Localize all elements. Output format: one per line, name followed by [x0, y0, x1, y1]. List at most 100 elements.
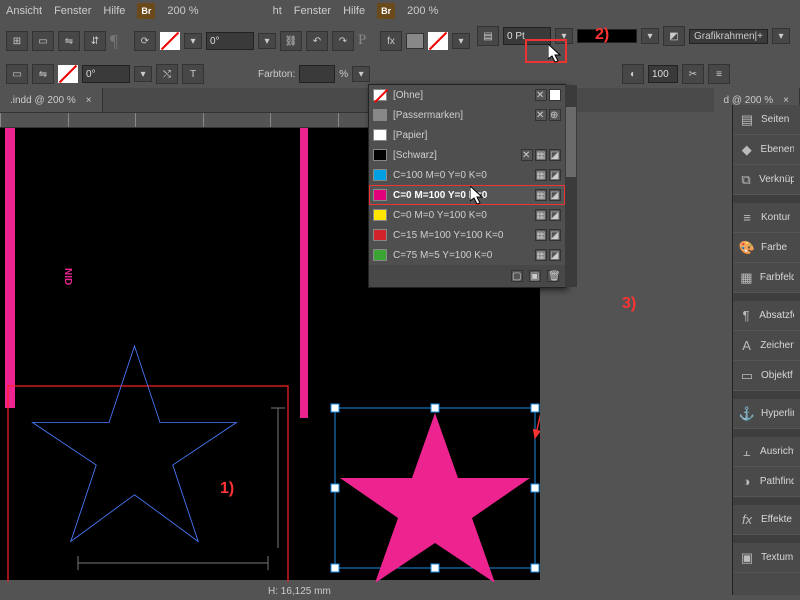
menu-ht[interactable]: ht — [273, 5, 282, 17]
panel-dock: ▤Seiten ◆Ebenen ⧉Verknüpf ≡Kontur 🎨Farbe… — [732, 105, 800, 595]
swatch-name: C=0 M=0 Y=100 K=0 — [393, 210, 529, 221]
zoom-level-2[interactable]: 200 % — [407, 5, 438, 17]
doc-tab-1[interactable]: .indd @ 200 %× — [0, 88, 103, 112]
cancel-icon[interactable]: ✕ — [535, 89, 547, 101]
panel-zeichen[interactable]: AZeichen — [733, 331, 800, 361]
panel-verknuepf[interactable]: ⧉Verknüpf — [733, 165, 800, 195]
swatch-type-icon — [549, 89, 561, 101]
panel-kontur[interactable]: ≡Kontur — [733, 203, 800, 233]
zoom-level[interactable]: 200 % — [167, 5, 198, 17]
swatch-row[interactable]: [Ohne] ✕ — [369, 85, 565, 105]
swatch-scrollbar[interactable] — [565, 85, 577, 287]
tool-icon-2[interactable]: ▭ — [6, 64, 28, 84]
hyperlink-icon: ⚓ — [739, 406, 755, 422]
menu-icon[interactable]: ≡ — [708, 64, 730, 84]
fill-none-icon-3[interactable] — [58, 65, 78, 83]
swatch-icon: ✕ — [535, 109, 547, 121]
swap-icon[interactable]: ⤭ — [156, 64, 178, 84]
swatch-name: [Passermarken] — [393, 110, 529, 121]
swatches-dropdown[interactable]: [Ohne] ✕ [Passermarken] ✕⊕ [Papier] [Sch… — [368, 84, 566, 288]
angle-input[interactable]: 0° — [206, 32, 254, 50]
swatch-name: C=0 M=100 Y=0 K=0 — [393, 190, 529, 201]
rotate-icon[interactable]: ⟳ — [134, 31, 156, 51]
swatch-chip — [373, 149, 387, 161]
fill-swatch-icon[interactable] — [406, 33, 424, 49]
stroke-none-icon-2[interactable] — [428, 32, 448, 50]
style-dd-icon[interactable]: ▾ — [641, 28, 659, 44]
clip-icon[interactable]: ✂ — [682, 64, 704, 84]
content-type[interactable]: Grafikrahmen|+ — [689, 29, 768, 44]
panel-effekte[interactable]: fxEffekte — [733, 505, 800, 535]
process-icon: ◪ — [549, 189, 561, 201]
fill-none-icon[interactable] — [160, 32, 180, 50]
cmyk-icon: ▦ — [535, 149, 547, 161]
delete-swatch-icon[interactable]: 🗑 — [547, 270, 559, 282]
swatch-row-selected[interactable]: C=0 M=100 Y=0 K=0 ▦◪ — [369, 185, 565, 205]
menu-hilfe-2[interactable]: Hilfe — [343, 5, 365, 17]
farbton-input[interactable] — [299, 65, 335, 83]
t-icon[interactable]: T — [182, 64, 204, 84]
swatch-row[interactable]: C=75 M=5 Y=100 K=0 ▦◪ — [369, 245, 565, 265]
cmyk-icon: ▦ — [535, 249, 547, 261]
cmyk-icon: ▦ — [535, 229, 547, 241]
new-folder-icon[interactable]: ▢ — [511, 270, 523, 282]
effects-icon[interactable]: fx — [380, 31, 402, 51]
wrap-icon[interactable]: ▤ — [477, 26, 499, 46]
rotate-r-icon[interactable]: ↷ — [332, 31, 354, 51]
opacity-input[interactable]: 100 — [648, 65, 678, 83]
swatch-name: [Ohne] — [393, 90, 529, 101]
panel-absatz[interactable]: ¶Absatzfo — [733, 301, 800, 331]
menu-fenster[interactable]: Fenster — [54, 5, 91, 17]
swatch-row[interactable]: [Schwarz] ✕▦◪ — [369, 145, 565, 165]
panel-farbfeld[interactable]: ▦Farbfeld — [733, 263, 800, 293]
flip-h-icon[interactable]: ⇋ — [58, 31, 80, 51]
swatch-row[interactable]: C=15 M=100 Y=100 K=0 ▦◪ — [369, 225, 565, 245]
menu-hilfe[interactable]: Hilfe — [103, 5, 125, 17]
flip-icon-2[interactable]: ⇋ — [32, 64, 54, 84]
panel-seiten[interactable]: ▤Seiten — [733, 105, 800, 135]
corner-icon[interactable]: ◩ — [663, 26, 685, 46]
panel-ebenen[interactable]: ◆Ebenen — [733, 135, 800, 165]
swatch-chip — [373, 189, 387, 201]
panel-objekt[interactable]: ▭Objektf — [733, 361, 800, 391]
pages-icon: ▤ — [739, 112, 755, 128]
grafik-dd-icon[interactable]: ▾ — [772, 28, 790, 44]
paragraph-icon[interactable]: ¶ — [110, 31, 130, 51]
menu-fenster-2[interactable]: Fenster — [294, 5, 331, 17]
swatch-row[interactable]: C=100 M=0 Y=0 K=0 ▦◪ — [369, 165, 565, 185]
stroke-icon: ≡ — [739, 210, 755, 226]
swatch-row[interactable]: [Papier] — [369, 125, 565, 145]
menu-ansicht[interactable]: Ansicht — [6, 5, 42, 17]
process-icon: ◪ — [549, 229, 561, 241]
swatch-row[interactable]: C=0 M=0 Y=100 K=0 ▦◪ — [369, 205, 565, 225]
dropdown-icon[interactable]: ▾ — [184, 33, 202, 49]
angle-dd-icon[interactable]: ▾ — [258, 33, 276, 49]
dd-icon[interactable]: ▾ — [452, 33, 470, 49]
angle-input-2[interactable]: 0° — [82, 65, 130, 83]
swatch-name: C=75 M=5 Y=100 K=0 — [393, 250, 529, 261]
ref-point-icon[interactable]: ⊞ — [6, 31, 28, 51]
panel-ausricht[interactable]: ⫠Ausricht — [733, 437, 800, 467]
flip-v-icon[interactable]: ⇵ — [84, 31, 106, 51]
swatch-row[interactable]: [Passermarken] ✕⊕ — [369, 105, 565, 125]
farbton-dd-icon[interactable]: ▾ — [352, 66, 370, 82]
panel-hyperlink[interactable]: ⚓Hyperlin — [733, 399, 800, 429]
swatch-chip — [373, 129, 387, 141]
new-swatch-icon[interactable]: ▣ — [529, 270, 541, 282]
swatches-icon: ▦ — [739, 270, 754, 286]
tool-icon[interactable]: ▭ — [32, 31, 54, 51]
opacity-icon[interactable]: ◐ — [622, 64, 644, 84]
pt-dd-icon[interactable]: ▾ — [555, 28, 573, 44]
panel-farbe[interactable]: 🎨Farbe — [733, 233, 800, 263]
align-icon: ⫠ — [739, 444, 754, 460]
panel-pathfind[interactable]: ◑Pathfind — [733, 467, 800, 497]
bridge-icon-2[interactable]: Br — [377, 3, 395, 19]
dd-icon-2[interactable]: ▾ — [134, 66, 152, 82]
stroke-weight-input[interactable]: 0 Pt — [503, 27, 551, 45]
rotate-l-icon[interactable]: ↶ — [306, 31, 328, 51]
panel-textum[interactable]: ▣Textum — [733, 543, 800, 573]
bridge-icon[interactable]: Br — [137, 3, 155, 19]
paragraph-icon-2[interactable]: P — [358, 32, 376, 50]
swatch-chip — [373, 169, 387, 181]
chain-icon[interactable]: ⛓ — [280, 31, 302, 51]
